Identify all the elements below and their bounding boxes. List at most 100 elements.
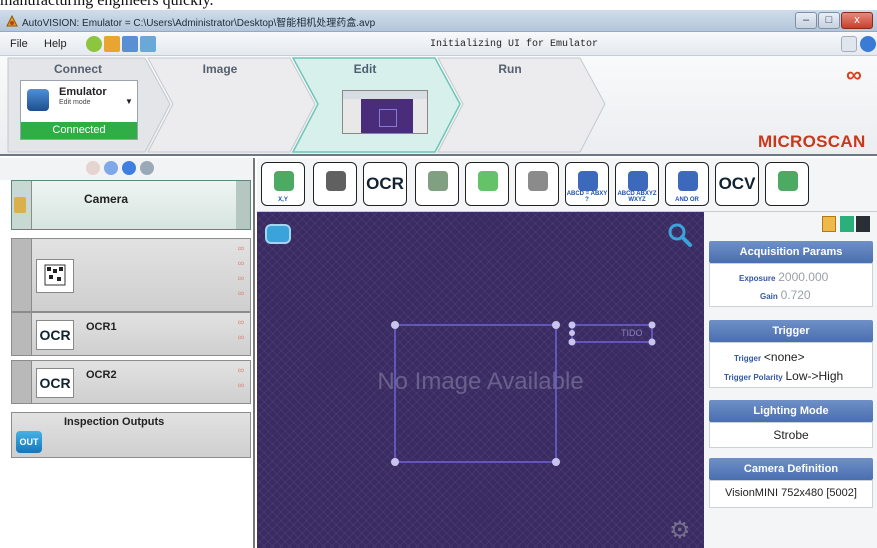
ocr1-tool[interactable]: OCR OCR1 ∞ ∞ bbox=[11, 312, 251, 356]
article-caption: manufacturing engineers quickly. bbox=[0, 0, 214, 9]
gear-icon[interactable]: ⚙ bbox=[669, 516, 691, 545]
logic-tool-button[interactable]: AND OR bbox=[665, 162, 709, 206]
tool-button-text bbox=[314, 163, 356, 205]
output-icon: OUT bbox=[16, 431, 42, 453]
step-run[interactable]: Run bbox=[450, 62, 570, 76]
tool-button-subtext: X,Y bbox=[278, 197, 288, 203]
acquisition-params-header[interactable]: Acquisition Params bbox=[709, 241, 873, 263]
link-tool-icon[interactable] bbox=[86, 161, 100, 175]
step-image[interactable]: Image bbox=[160, 62, 280, 76]
tool-button-text bbox=[516, 163, 558, 205]
connection-status: Connected bbox=[21, 122, 137, 139]
menu-help[interactable]: Help bbox=[44, 38, 67, 50]
tool-sequence-panel: Camera ∞ ∞ ∞ ∞ OCR OCR1 ∞ ∞ OCR OCR2 ∞ ∞… bbox=[0, 158, 255, 548]
ocr-icon: OCR bbox=[36, 320, 74, 350]
list-view-icon[interactable] bbox=[856, 216, 870, 232]
link-icon[interactable]: ∞ bbox=[235, 363, 247, 378]
link-icon[interactable]: ∞ bbox=[235, 241, 247, 256]
verify-tool-button[interactable] bbox=[765, 162, 809, 206]
roi-overlay[interactable] bbox=[257, 212, 704, 548]
title-bar[interactable]: AutoVISION: Emulator = C:\Users\Administ… bbox=[0, 10, 877, 32]
drag-handle[interactable] bbox=[12, 313, 32, 355]
open-folder-icon[interactable] bbox=[104, 36, 120, 52]
inspection-outputs[interactable]: OUT Inspection Outputs bbox=[11, 412, 251, 458]
locate-tool-button[interactable]: X,Y bbox=[261, 162, 305, 206]
document-icon[interactable] bbox=[822, 216, 836, 232]
link-icon[interactable]: ∞ bbox=[235, 256, 247, 271]
save-as-icon[interactable] bbox=[140, 36, 156, 52]
info-icon[interactable] bbox=[860, 36, 876, 52]
lighting-mode-value[interactable]: Strobe bbox=[710, 428, 872, 442]
measure-tool-button[interactable] bbox=[515, 162, 559, 206]
brand-logo: MICROSCAN bbox=[758, 132, 866, 151]
link-icon[interactable]: ∞ bbox=[846, 62, 862, 88]
drag-handle[interactable] bbox=[12, 361, 32, 403]
tool-button-subtext: ABCD = ABXY ? bbox=[566, 191, 608, 203]
device-name: Emulator bbox=[59, 86, 107, 98]
link-icon[interactable]: ∞ bbox=[235, 330, 247, 345]
camera-definition-value[interactable]: VisionMINI 752x480 [5002] bbox=[710, 487, 872, 499]
device-selector[interactable]: Emulator Edit mode ▼ Connected bbox=[20, 80, 138, 140]
chevron-down-icon[interactable]: ▼ bbox=[125, 97, 133, 106]
collapse-icon[interactable] bbox=[104, 161, 118, 175]
device-mode: Edit mode bbox=[59, 99, 91, 106]
close-button[interactable]: x bbox=[841, 12, 873, 29]
app-window: manufacturing engineers quickly. AutoVIS… bbox=[0, 0, 877, 548]
link-column: ∞ ∞ ∞ ∞ bbox=[235, 241, 247, 301]
datamatrix-tool-button[interactable] bbox=[313, 162, 357, 206]
menu-file[interactable]: File bbox=[10, 38, 28, 50]
presence-tool-button[interactable] bbox=[465, 162, 509, 206]
trigger-polarity-value[interactable]: Low->High bbox=[785, 369, 843, 383]
link-column: ∞ ∞ bbox=[235, 315, 247, 345]
text-verify-tool-button[interactable]: ABCD ABXYZ WXYZ bbox=[615, 162, 659, 206]
step-edit[interactable]: Edit bbox=[305, 62, 425, 76]
tool-button-text: OCR bbox=[366, 174, 404, 193]
drag-handle[interactable] bbox=[12, 239, 32, 311]
panel-toggle-icon[interactable] bbox=[841, 36, 857, 52]
exposure-label: Exposure bbox=[739, 274, 776, 283]
settings-icon[interactable] bbox=[140, 161, 154, 175]
text-match-tool-button[interactable]: ABCD = ABXY ? bbox=[565, 162, 609, 206]
play-icon[interactable] bbox=[122, 161, 136, 175]
tool-button-text bbox=[416, 163, 458, 205]
maximize-button[interactable]: □ bbox=[818, 12, 840, 29]
step-connect[interactable]: Connect bbox=[18, 62, 138, 76]
help-icon[interactable] bbox=[86, 36, 102, 52]
exposure-value[interactable]: 2000.000 bbox=[778, 270, 828, 284]
link-icon[interactable]: ∞ bbox=[235, 378, 247, 393]
trigger-header[interactable]: Trigger bbox=[709, 320, 873, 342]
lighting-mode-body: Strobe bbox=[709, 422, 873, 448]
datamatrix-tool[interactable]: ∞ ∞ ∞ ∞ bbox=[11, 238, 251, 312]
trigger-polarity-label: Trigger Polarity bbox=[724, 373, 783, 382]
workflow-bar: Connect Image Edit Run Emulator Edit mod… bbox=[0, 56, 877, 156]
drag-handle[interactable] bbox=[12, 181, 32, 229]
camera-definition-header[interactable]: Camera Definition bbox=[709, 458, 873, 480]
panel-view-controls bbox=[704, 212, 877, 238]
gain-label: Gain bbox=[760, 292, 778, 301]
image-viewport[interactable]: No Image Available TIDO ⚙ bbox=[257, 212, 704, 548]
scroll-handle[interactable] bbox=[236, 181, 250, 229]
ocr2-label: OCR2 bbox=[86, 369, 117, 381]
tool-button-subtext: ABCD ABXYZ WXYZ bbox=[617, 191, 657, 203]
split-view-icon[interactable] bbox=[840, 216, 854, 232]
link-icon[interactable]: ∞ bbox=[235, 271, 247, 286]
link-column: ∞ ∞ bbox=[235, 363, 247, 393]
camera-tool[interactable]: Camera bbox=[11, 180, 251, 230]
ocv-tool-button[interactable]: OCV bbox=[715, 162, 759, 206]
menu-bar: File Help Initializing UI for Emulator bbox=[0, 32, 877, 56]
tool-button-text: OCV bbox=[718, 174, 756, 193]
blob-tool-button[interactable] bbox=[415, 162, 459, 206]
ocr-tool-button[interactable]: OCR bbox=[363, 162, 407, 206]
ocr2-tool[interactable]: OCR OCR2 ∞ ∞ bbox=[11, 360, 251, 404]
camera-device-icon bbox=[27, 89, 49, 111]
sequence-toolbar bbox=[0, 158, 253, 180]
trigger-value[interactable]: <none> bbox=[764, 350, 805, 364]
ocr-icon: OCR bbox=[36, 368, 74, 398]
lighting-mode-header[interactable]: Lighting Mode bbox=[709, 400, 873, 422]
save-icon[interactable] bbox=[122, 36, 138, 52]
gain-value[interactable]: 0.720 bbox=[781, 288, 811, 302]
minimize-button[interactable]: – bbox=[795, 12, 817, 29]
link-icon[interactable]: ∞ bbox=[235, 286, 247, 301]
tool-button-text bbox=[466, 163, 508, 205]
link-icon[interactable]: ∞ bbox=[235, 315, 247, 330]
